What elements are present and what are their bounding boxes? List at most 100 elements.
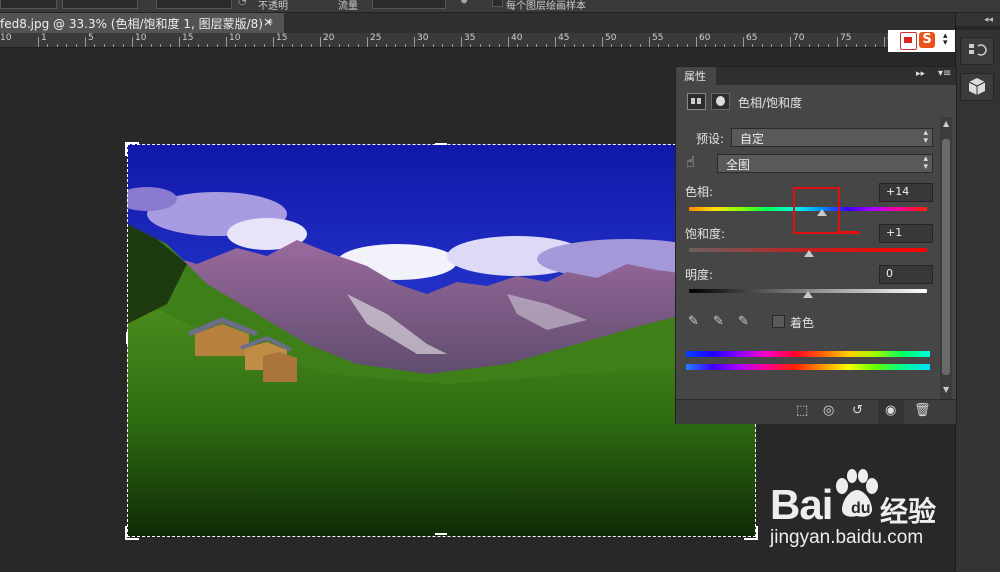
- flow-field[interactable]: [372, 0, 446, 9]
- ruler-minor-tick: [103, 44, 105, 47]
- collapse-panel-icon[interactable]: ▸▸: [916, 69, 925, 79]
- sample-checkbox[interactable]: [492, 0, 503, 7]
- saturation-input[interactable]: +1: [879, 224, 933, 243]
- ruler-label: 40: [511, 33, 523, 43]
- ruler-minor-tick: [470, 44, 472, 47]
- ruler-minor-tick: [573, 44, 575, 47]
- ruler-label: 35: [464, 33, 476, 43]
- ruler-minor-tick: [235, 44, 237, 47]
- ruler-minor-tick: [442, 44, 444, 47]
- saturation-slider-thumb[interactable]: [804, 250, 815, 257]
- ruler-minor-tick: [705, 44, 707, 47]
- channel-dropdown[interactable]: 全图 ▴ ▾: [717, 154, 933, 173]
- ruler-minor-tick: [329, 44, 331, 47]
- hue-input[interactable]: +14: [879, 183, 933, 202]
- hue-label: 色相:: [685, 185, 714, 199]
- ruler-minor-tick: [818, 44, 820, 47]
- options-bar: ◔ 不透明 流量 ✹ 每个图层绘画样本: [0, 0, 1000, 13]
- panel-menu-icon[interactable]: ▾≡: [938, 68, 951, 79]
- handle-top-middle[interactable]: [435, 143, 447, 145]
- hand-tool-icon[interactable]: ☝: [686, 153, 695, 171]
- ruler-minor-tick: [160, 44, 162, 47]
- lightness-input[interactable]: 0: [879, 265, 933, 284]
- lightness-label: 明度:: [685, 268, 714, 282]
- baidu-paw-logo: du: [830, 468, 882, 524]
- ruler-minor-tick: [122, 44, 124, 47]
- preset-dropdown[interactable]: 自定 ▴ ▾: [731, 128, 933, 147]
- eyedropper-minus-icon[interactable]: ✎: [738, 314, 752, 329]
- clip-to-layer-icon[interactable]: ⬚: [796, 403, 808, 418]
- scrollbar-thumb[interactable]: [942, 139, 950, 375]
- ruler-major-tick: [320, 37, 321, 47]
- dropdown-arrow-icon: ▴ ▾: [923, 154, 928, 172]
- pdf-icon[interactable]: [900, 32, 917, 50]
- ruler-minor-tick: [761, 44, 763, 47]
- eyedropper-icon[interactable]: ✎: [688, 314, 702, 329]
- colorize-checkbox[interactable]: [772, 315, 785, 328]
- watermark-brand: Bai: [770, 481, 833, 528]
- ruler-minor-tick: [808, 44, 810, 47]
- options-field[interactable]: [156, 0, 232, 9]
- flow-label: 流量: [338, 1, 358, 12]
- saturation-value: +1: [886, 226, 903, 239]
- channel-value: 全图: [726, 158, 751, 172]
- gear-icon[interactable]: ✹: [460, 0, 468, 7]
- handle-bottom-right[interactable]: [744, 526, 758, 540]
- panel-footer: ⬚ ◎ ↺ ◉ 🗑: [676, 399, 956, 424]
- ruler-minor-tick: [564, 44, 566, 47]
- scroll-up-icon[interactable]: ▲: [943, 119, 949, 128]
- handle-top-left[interactable]: [125, 142, 139, 156]
- ruler-minor-tick: [799, 44, 801, 47]
- ruler-major-tick: [226, 37, 227, 47]
- options-field[interactable]: [62, 0, 138, 9]
- handle-left-middle[interactable]: [126, 332, 128, 344]
- ruler-label: 1: [41, 33, 47, 43]
- svg-text:du: du: [851, 500, 871, 517]
- expand-arrow-icon[interactable]: ▴ ▾: [943, 32, 948, 48]
- layer-mask-icon[interactable]: [711, 93, 730, 110]
- properties-panel: 属性 ▸▸ ▾≡ 色相/饱和度 预设: 自定 ▴ ▾ ☝ 全图 ▴ ▾ 色相: +1…: [675, 66, 957, 424]
- ruler-minor-tick: [188, 44, 190, 47]
- ruler-minor-tick: [423, 44, 425, 47]
- tab-close-icon[interactable]: ×: [263, 15, 273, 29]
- ruler-minor-tick: [263, 44, 265, 47]
- ruler-label: 10: [0, 33, 12, 43]
- collapse-icon[interactable]: ◂◂: [984, 15, 993, 25]
- spectrum-bar-top: [686, 351, 930, 357]
- reset-icon[interactable]: ↺: [852, 403, 863, 418]
- highlight-arrow: [836, 231, 860, 234]
- handle-bottom-middle[interactable]: [435, 533, 447, 535]
- highlight-box: [793, 187, 840, 234]
- ruler-major-tick: [555, 37, 556, 47]
- handle-bottom-left[interactable]: [125, 526, 139, 540]
- eyedropper-plus-icon[interactable]: ✎: [713, 314, 727, 329]
- adjustments-icon[interactable]: [960, 73, 994, 101]
- ime-icon[interactable]: S: [919, 32, 935, 48]
- view-previous-icon[interactable]: ◎: [823, 403, 834, 418]
- ruler-major-tick: [649, 37, 650, 47]
- lightness-slider-thumb[interactable]: [803, 291, 813, 298]
- ruler-minor-tick: [536, 44, 538, 47]
- dropdown-arrow-icon: ▴ ▾: [923, 128, 928, 146]
- preset-label: 预设:: [696, 132, 725, 146]
- ruler-minor-tick: [498, 44, 500, 47]
- eye-icon[interactable]: ◉: [885, 403, 896, 418]
- ruler-minor-tick: [197, 44, 199, 47]
- adjustment-layer-icon[interactable]: [687, 93, 706, 110]
- trash-icon[interactable]: 🗑: [914, 403, 931, 418]
- ruler-label: 75: [840, 33, 852, 43]
- history-icon[interactable]: [960, 37, 994, 65]
- ruler-minor-tick: [667, 44, 669, 47]
- ruler-major-tick: [414, 37, 415, 47]
- scroll-down-icon[interactable]: ▼: [943, 385, 949, 394]
- ruler-major-tick: [696, 37, 697, 47]
- ruler-major-tick: [179, 37, 180, 47]
- ruler-minor-tick: [517, 44, 519, 47]
- ruler-major-tick: [132, 37, 133, 47]
- options-dropdown[interactable]: [0, 0, 57, 9]
- ruler-minor-tick: [526, 44, 528, 47]
- ruler-minor-tick: [752, 44, 754, 47]
- airbrush-icon[interactable]: ◔: [238, 0, 247, 7]
- ruler-major-tick: [85, 37, 86, 47]
- ruler-minor-tick: [310, 44, 312, 47]
